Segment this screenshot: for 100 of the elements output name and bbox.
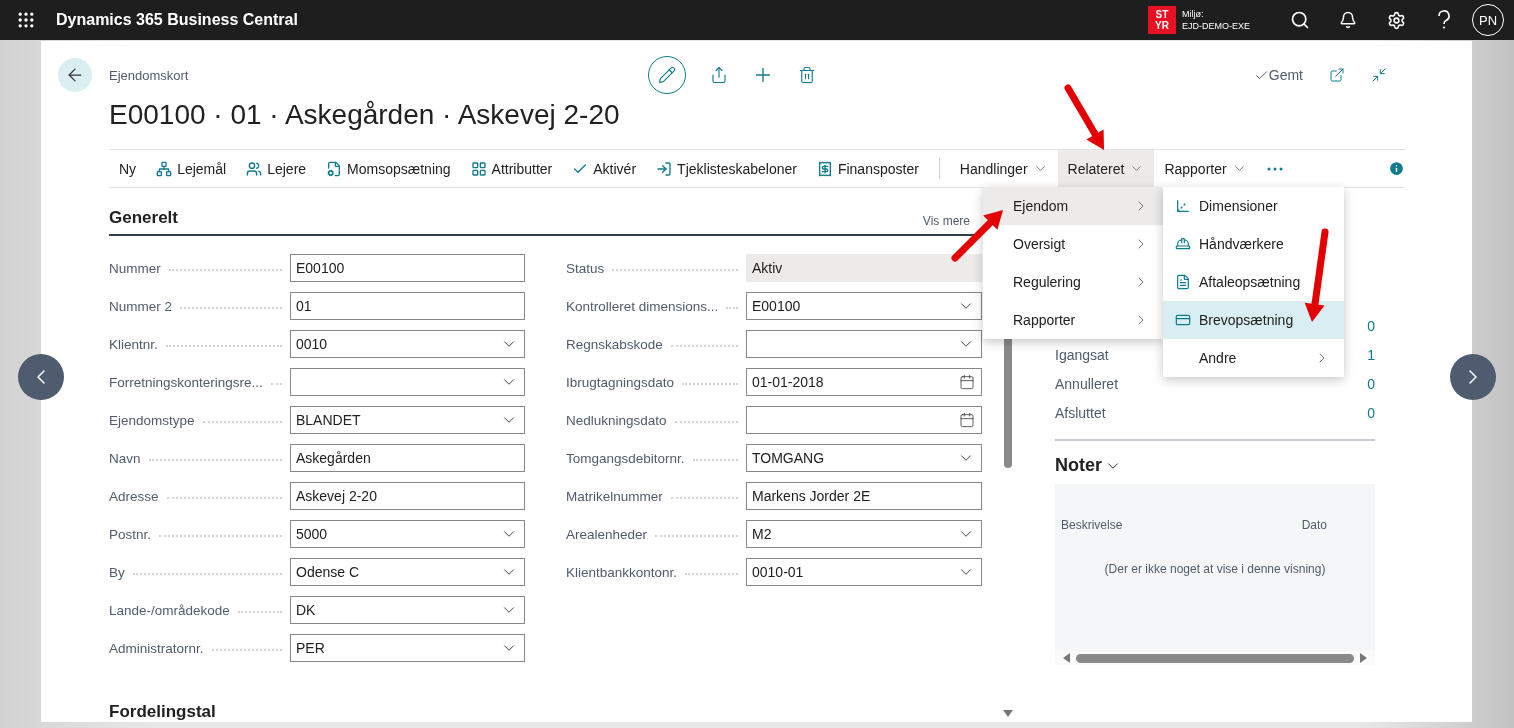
delete-button[interactable] [797,66,816,84]
field-label: Ibrugtagningsdato [566,374,675,390]
dropdown-field[interactable] [290,368,525,396]
scrollbar-thumb[interactable] [1076,653,1354,663]
pencil-icon [657,66,676,84]
environment-label: Miljø: [1182,8,1205,20]
column-header: Dato [1301,518,1327,532]
environment-badge: ST YR [1148,6,1176,34]
dropdown-field[interactable]: BLANDET [290,406,525,434]
field-label: Nedlukningsdato [566,412,667,428]
date-field[interactable] [746,406,982,434]
app-launcher-icon[interactable] [16,10,36,30]
input-field[interactable]: Askegården [290,444,525,472]
ellipsis-icon [1266,166,1283,171]
back-button[interactable] [58,58,92,92]
factbox-label: Afsluttet [1055,404,1106,421]
field-label: Matrikelnummer [566,488,663,504]
menu-button[interactable]: Handlinger [949,150,1058,187]
section-title: Generelt [109,208,178,228]
file-gear-icon [326,160,343,177]
dropdown-field[interactable]: 5000 [290,520,525,548]
page-title: E00100 · 01 · Askegården · Askevej 2-20 [109,98,620,132]
dropdown-field[interactable]: Odense C [290,558,525,586]
dropdown-field[interactable]: 0010 [290,330,525,358]
empty-message: (Der er ikke noget at vise i denne visning) [1103,562,1327,576]
collapse-button[interactable] [1371,67,1387,83]
factbox-value[interactable]: 0 [1367,404,1375,421]
factbox-label: Igangsat [1055,346,1109,363]
app-title: Dynamics 365 Business Central [56,11,299,29]
input-field[interactable]: Markens Jorder 2E [746,482,982,510]
dropdown-field[interactable] [746,330,982,358]
action-button[interactable]: Lejemål [146,150,237,187]
field-label: By [109,564,125,580]
card-icon [1175,312,1191,328]
input-field[interactable]: 01 [290,292,525,320]
field-label: Arealenheder [566,526,648,542]
action-button[interactable]: Aktivér [562,150,647,187]
network-icon [156,160,173,177]
saved-status: Gemt [1253,67,1303,83]
field-label: Klientbankkontonr. [566,564,678,580]
field-label: Tomgangsdebitornr. [566,450,685,466]
menu-button[interactable]: Relateret [1057,150,1155,187]
menu-item[interactable]: Håndværkere [1163,225,1344,263]
environment-name: EJD-DEMO-EXE [1182,20,1250,32]
calendar-icon [959,374,975,390]
action-button[interactable]: Attributter [460,150,563,187]
menu-button[interactable]: Rapporter [1154,150,1257,187]
calendar-icon [959,412,975,428]
dropdown-field[interactable]: M2 [746,520,982,548]
dropdown-field[interactable]: 0010-01 [746,558,982,586]
input-field[interactable]: E00100 [290,254,525,282]
action-button[interactable]: Momsopsætning [316,150,461,187]
menu-item[interactable]: Regulering [983,263,1163,301]
notes-title: Noter [1055,455,1102,476]
input-field[interactable]: Askevej 2-20 [290,482,525,510]
action-button[interactable]: Lejere [236,150,317,187]
scroll-left-icon[interactable] [1063,653,1070,663]
date-field[interactable]: 01-01-2018 [746,368,982,396]
menu-item[interactable]: Rapporter [983,301,1163,339]
dropdown-field[interactable]: PER [290,634,525,662]
dropdown-field[interactable]: DK [290,596,525,624]
share-button[interactable] [709,66,728,84]
field-label: Nummer [109,260,161,276]
field-label: Status [566,260,605,276]
grid-icon [470,160,487,177]
column-header: Beskrivelse [1061,518,1123,532]
next-record-button[interactable] [1450,354,1496,400]
login-arrow-icon [656,160,673,177]
scroll-down-icon[interactable] [1003,710,1013,718]
action-button[interactable]: Tjeklisteskabeloner [646,150,807,187]
menu-item[interactable]: Aftaleopsætning [1163,263,1344,301]
factbox-value[interactable]: 1 [1367,346,1375,363]
field-label: Postnr. [109,526,152,542]
menu-item[interactable]: Ejendom [983,187,1163,225]
scroll-right-icon[interactable] [1360,653,1367,663]
field-label: Nummer 2 [109,298,172,314]
factbox-value[interactable]: 0 [1367,317,1375,334]
menu-item[interactable]: Dimensioner [1163,187,1344,225]
open-new-window-button[interactable] [1329,67,1345,83]
field-label: Ejendomstype [109,412,195,428]
factbox-value[interactable]: 0 [1367,375,1375,392]
read-only-field: Aktiv [746,254,982,282]
show-more-link[interactable]: Vis mere [922,214,970,228]
edit-button[interactable] [647,56,686,94]
section-title: Fordelingstal [109,702,217,722]
field-label: Lande-/områdekode [109,602,230,618]
dropdown-field[interactable]: TOMGANG [746,444,982,472]
dropdown-field[interactable]: E00100 [746,292,982,320]
menu-item[interactable]: Andre [1163,339,1344,377]
previous-record-button[interactable] [18,354,64,400]
factbox-label: Annulleret [1055,375,1119,392]
field-label: Klientnr. [109,336,158,352]
breadcrumb: Ejendomskort [109,67,189,83]
menu-item[interactable]: Oversigt [983,225,1163,263]
menu-item[interactable]: Brevopsætning [1163,301,1344,339]
field-label: Regnskabskode [566,336,663,352]
field-label: Forretningskonteringsre... [109,374,263,390]
action-button[interactable]: Ny [109,150,147,187]
action-button[interactable]: Finansposter [806,150,929,187]
users-icon [246,160,263,177]
